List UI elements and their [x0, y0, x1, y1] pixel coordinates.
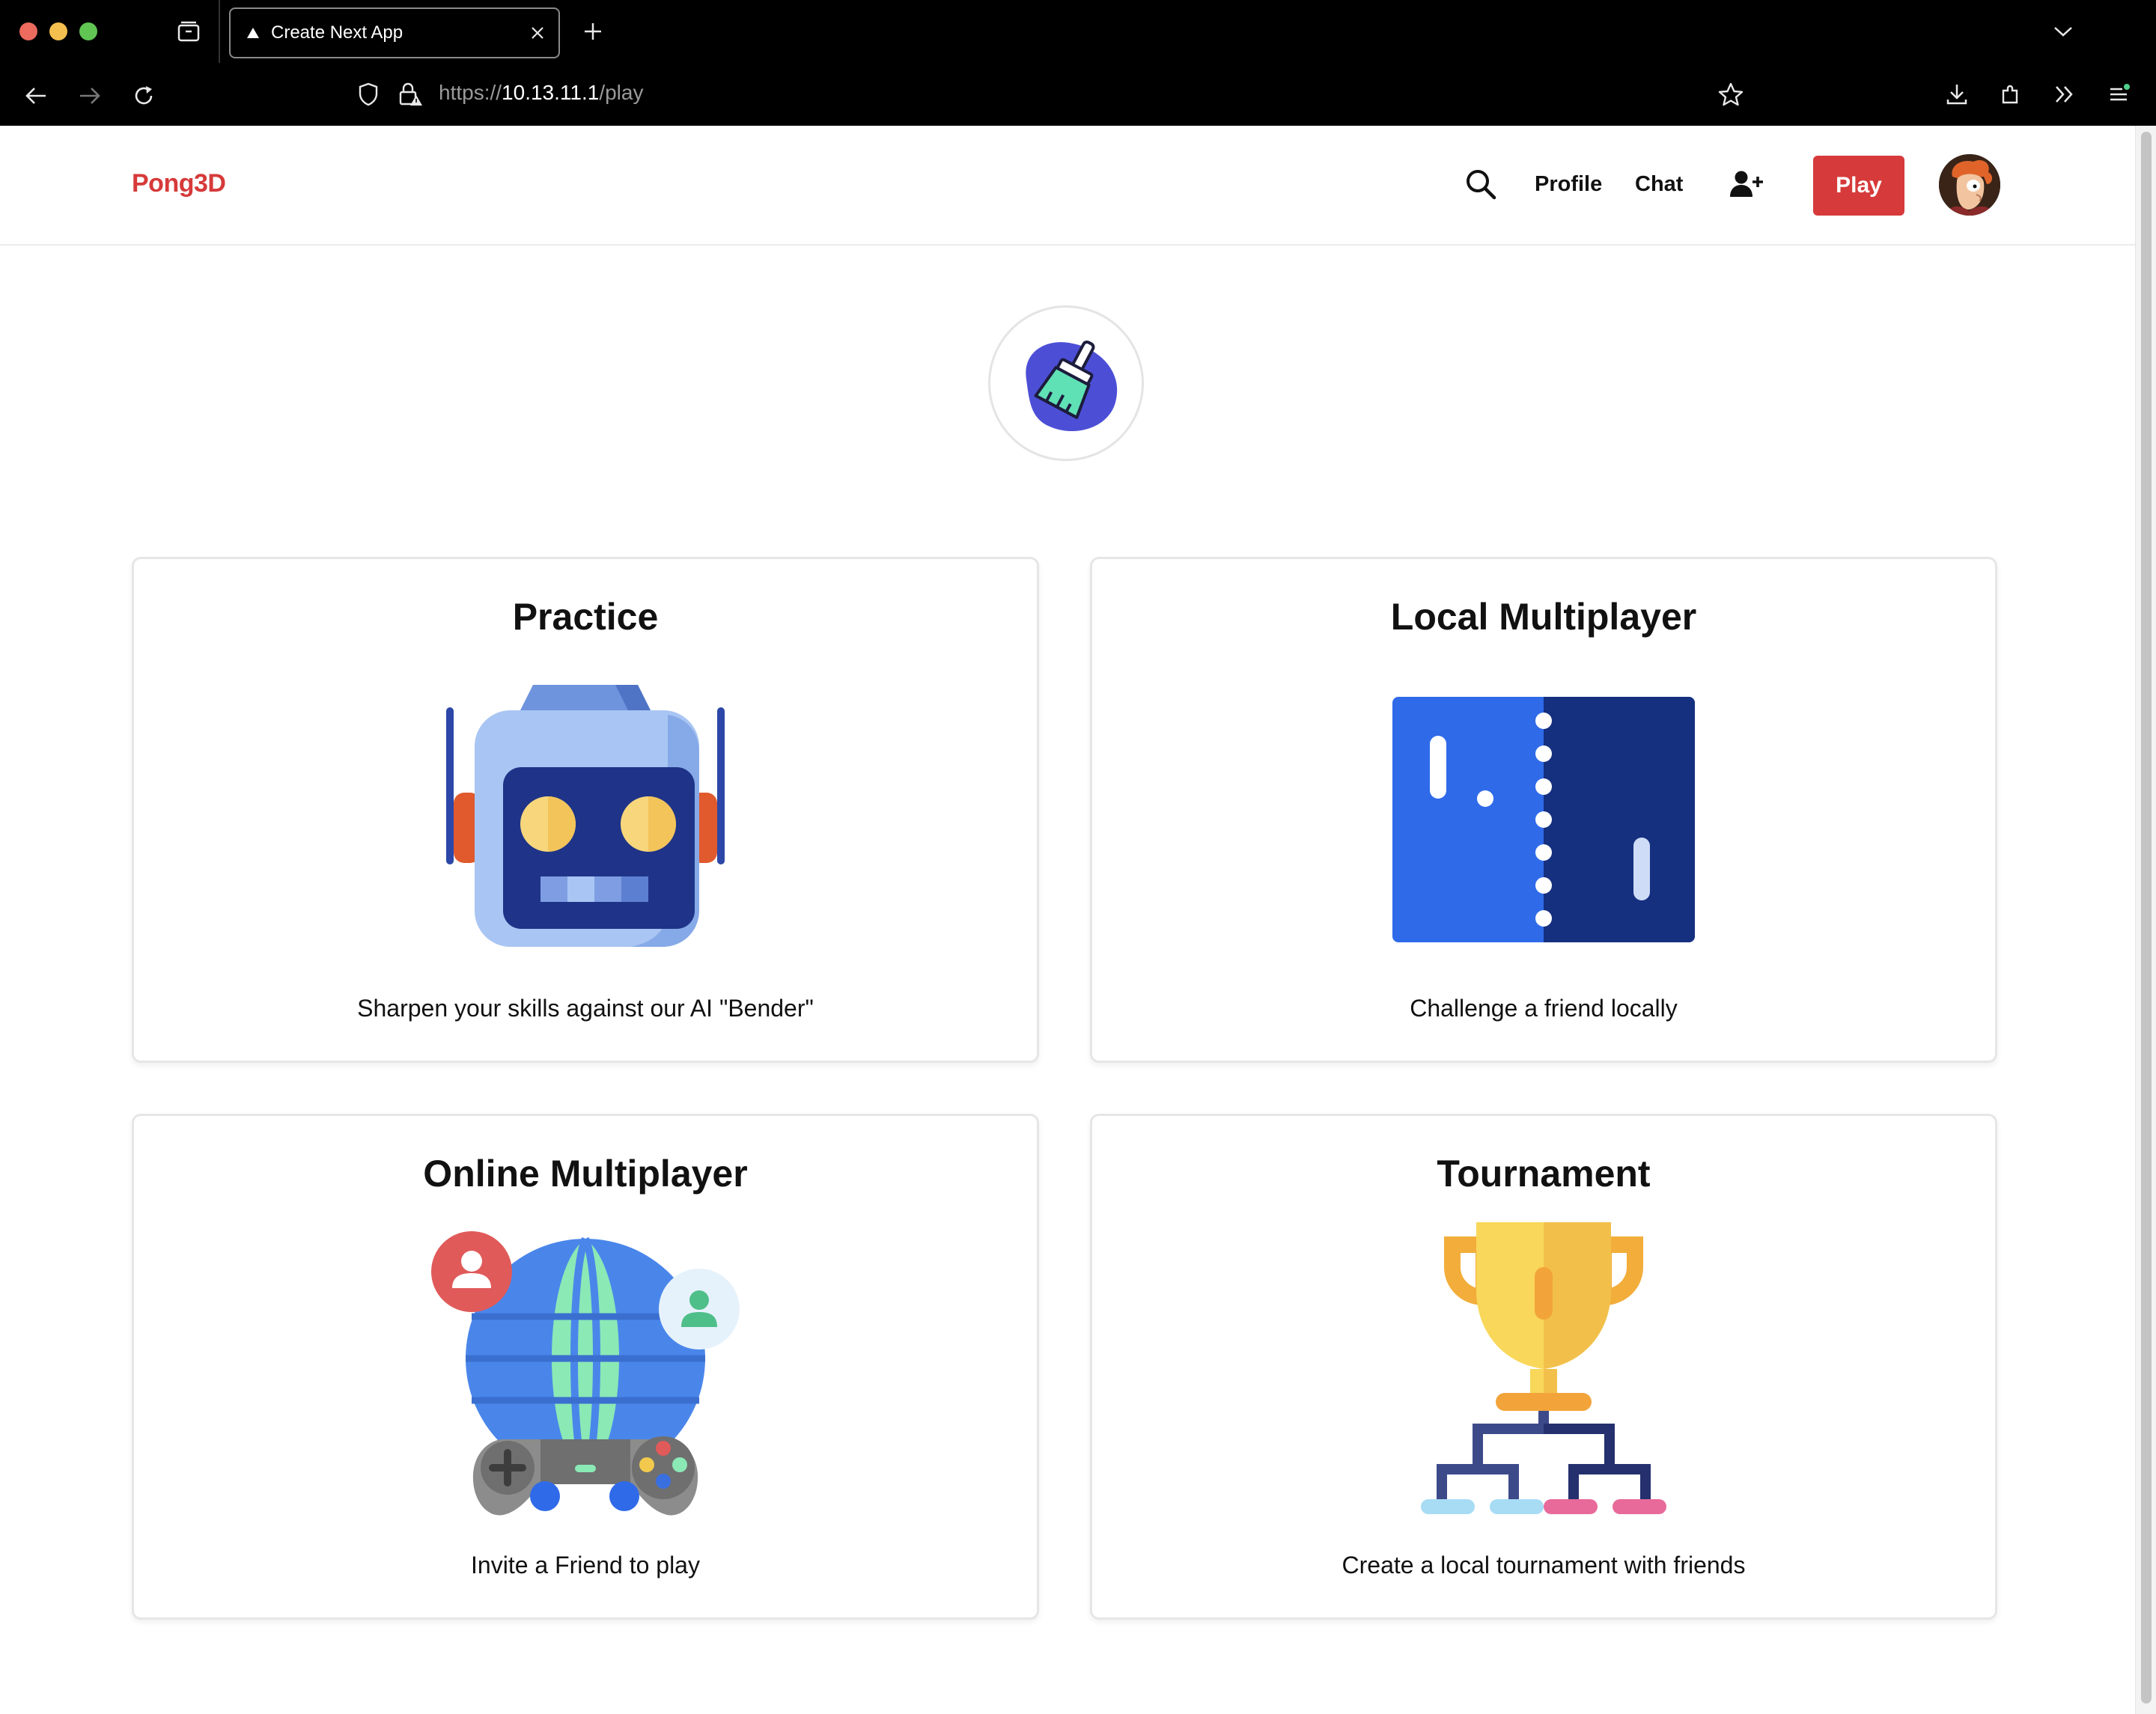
bookmark-star-icon[interactable] [1716, 79, 1746, 109]
insecure-lock-icon[interactable] [395, 79, 425, 109]
pong-court-icon [1392, 697, 1695, 942]
local-multiplayer-card[interactable]: Local Multiplayer Challenge a friend loc… [1090, 557, 1997, 1063]
app-menu-icon[interactable] [2104, 79, 2134, 109]
browser-tab[interactable]: Create Next App [229, 7, 560, 58]
tournament-title: Tournament [1437, 1153, 1651, 1195]
url-path: /play [599, 81, 644, 104]
brand-logo[interactable]: Pong3D [132, 169, 226, 198]
url-host: 10.13.11.1 [502, 81, 600, 104]
practice-card[interactable]: Practice Sharpen your skills against our… [132, 557, 1039, 1063]
practice-description: Sharpen your skills against our AI "Bend… [357, 995, 814, 1022]
local-multiplayer-description: Challenge a friend locally [1410, 995, 1678, 1022]
online-multiplayer-description: Invite a Friend to play [471, 1552, 700, 1579]
paintbrush-logo-icon [1026, 340, 1118, 432]
practice-title: Practice [512, 596, 659, 638]
tournament-description: Create a local tournament with friends [1342, 1552, 1746, 1579]
address-bar[interactable]: https://10.13.11.1/play [439, 81, 643, 105]
forward-icon[interactable] [75, 81, 105, 111]
search-icon[interactable] [1464, 168, 1497, 201]
page-scrollbar[interactable] [2135, 126, 2156, 1714]
reload-icon[interactable] [129, 81, 159, 111]
back-icon[interactable] [21, 81, 51, 111]
browser-chrome: Create Next App https://10.13.11.1/play [0, 0, 2156, 126]
web-page: Pong3D Profile Chat Play Practice Sharpe… [0, 126, 2135, 1714]
close-tab-icon[interactable] [523, 18, 552, 48]
local-multiplayer-title: Local Multiplayer [1390, 596, 1697, 638]
tournament-card[interactable]: Tournament Create a local tournament wit… [1090, 1114, 1997, 1620]
tab-list-chevron-icon[interactable] [2050, 18, 2077, 45]
tab-divider [219, 0, 220, 63]
play-button[interactable]: Play [1813, 156, 1904, 216]
trophy-bracket-icon [1421, 1222, 1666, 1514]
robot-icon [446, 685, 725, 947]
globe-gamepad-icon [431, 1231, 740, 1516]
more-tools-chevrons-icon[interactable] [2050, 79, 2080, 109]
new-tab-icon[interactable] [579, 18, 606, 45]
nav-chat-link[interactable]: Chat [1635, 172, 1683, 197]
app-logo-badge [988, 305, 1144, 461]
tab-overview-icon[interactable] [175, 18, 202, 45]
online-multiplayer-card[interactable]: Online Multiplayer Invite a Friend to pl… [132, 1114, 1039, 1620]
top-navbar: Pong3D Profile Chat Play [0, 126, 2135, 245]
downloads-icon[interactable] [1942, 79, 1972, 109]
zoom-window-button[interactable] [79, 22, 97, 40]
nav-profile-link[interactable]: Profile [1535, 172, 1602, 197]
minimize-window-button[interactable] [49, 22, 67, 40]
tab-title: Create Next App [271, 22, 404, 43]
close-window-button[interactable] [19, 22, 37, 40]
add-friend-icon[interactable] [1729, 169, 1764, 199]
vercel-triangle-icon [246, 25, 261, 40]
url-scheme: https:// [439, 81, 502, 104]
online-multiplayer-title: Online Multiplayer [423, 1153, 748, 1195]
extensions-icon[interactable] [1996, 79, 2026, 109]
user-avatar[interactable] [1939, 154, 2000, 216]
tracking-shield-icon[interactable] [353, 79, 383, 109]
scrollbar-thumb[interactable] [2141, 132, 2152, 1704]
